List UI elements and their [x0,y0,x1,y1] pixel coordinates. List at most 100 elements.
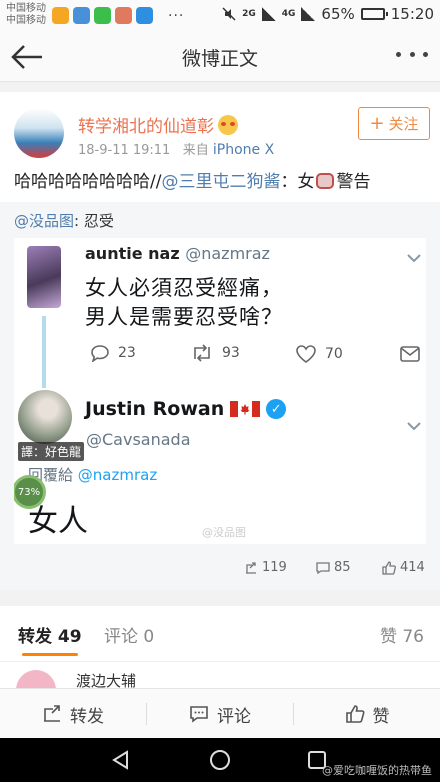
bottom-action-bar: 转发 评论 赞 [0,688,440,738]
retweet-text: @没品图: 忍受 [14,210,114,231]
post-text-start: 哈哈哈哈哈哈哈哈// [14,172,162,192]
comment-button[interactable]: 评论 [147,689,293,739]
tweet1-reply-count: 23 [118,345,136,361]
tweet1-handle: @nazmraz [185,244,270,263]
network-2g-label: 2G [242,9,256,19]
signal-icon-2 [301,7,316,21]
tweet1-replies: 23 [90,344,136,362]
signal-icon [261,7,276,21]
tab-comments[interactable]: 评论 0 [104,622,154,647]
follow-button[interactable]: + 关注 [358,107,430,140]
carrier-line-2: 中国移动 [6,15,46,26]
repost-label: 转发 [70,706,104,727]
tweet1-name: auntie naz [85,244,180,263]
tweet2-author: Justin Rowan ✓ [85,398,287,420]
carrier-line-1: 中国移动 [6,3,46,14]
comment-icon [316,561,330,574]
repost-list-item[interactable]: 渡边大辅 [0,662,440,688]
post-body: 哈哈哈哈哈哈哈哈//@三里屯二狗酱：女 警告 [14,171,434,193]
like-button[interactable]: 赞 [294,689,440,739]
app-root: 中国移动 中国移动 ··· 2G 4G 65% 15:20 微博正文 转学湘北的… [0,0,440,782]
footer-watermark: @爱吃咖喱饭的热带鱼 [322,764,432,777]
tweet1-author: auntie naz @nazmraz [85,244,270,263]
news-app-icon [136,7,153,24]
top-nav-bar: 微博正文 [0,32,440,82]
retweet-comment-stat[interactable]: 85 [316,560,351,575]
retweet-mention-link[interactable]: @没品图 [14,212,74,230]
carrier-info: 中国移动 中国移动 [6,3,46,27]
author-name-text[interactable]: 转学湘北的仙道彰 [78,117,214,137]
tweet1-text: 女人必須忍受經痛， 男人是需要忍受啥？ [85,274,283,332]
home-circle-icon[interactable] [209,749,231,771]
post-text-end: 警告 [336,172,371,192]
tweet2-name: Justin Rowan [85,398,225,420]
thumbs-up-icon [382,560,396,575]
repost-icon [44,705,60,722]
heart-icon [296,345,316,363]
tweet1-retweet-count: 93 [222,345,240,361]
retweet-icon [194,344,210,362]
reply-bubble-icon [91,345,109,362]
thread-line [42,316,46,388]
share-icon [246,561,256,574]
emoji-badge-icon [218,115,238,135]
retweeted-content[interactable]: @没品图: 忍受 auntie naz @nazmraz 女人必須忍受經痛， 男… [0,202,440,590]
battery-percent: 65% [321,5,355,23]
retweet-like-count: 414 [400,560,425,575]
network-4g-label: 4G [281,9,296,19]
post-meta: 18-9-11 19:11 来自 iPhone X [78,139,274,158]
mute-icon [222,7,236,21]
retweet-like-stat[interactable]: 414 [382,560,425,575]
chevron-down-icon [407,254,421,263]
tweet1-like-count: 70 [325,346,343,362]
tweet2-text: 女人 [28,504,88,539]
comment-icon [190,706,208,723]
status-indicators: 2G 4G 65% 15:20 [222,5,434,23]
post-mention-link[interactable]: @三里屯二狗酱 [161,172,280,192]
tab-likes[interactable]: 赞 76 [380,622,424,647]
tab-reposts[interactable]: 转发 49 [18,622,82,656]
thumbs-up-icon [345,705,365,723]
browser-app-icon [52,7,69,24]
post-source[interactable]: iPhone X [213,142,274,158]
tweet1-retweets: 93 [190,344,240,362]
retweet-repost-stat[interactable]: 119 [244,560,287,575]
repost-button[interactable]: 转发 [0,689,146,739]
avatar-app-icon [115,7,132,24]
clock: 15:20 [390,5,434,23]
retweet-repost-count: 119 [262,560,287,575]
tweet-screenshot-image[interactable]: auntie naz @nazmraz 女人必須忍受經痛， 男人是需要忍受啥？ … [14,238,426,544]
shield-app-icon [73,7,90,24]
canada-flag-icon [230,401,261,417]
comment-label: 评论 [217,706,251,727]
retweet-stats: 119 85 414 [0,552,440,582]
verified-badge-icon: ✓ [266,399,287,419]
author-name[interactable]: 转学湘北的仙道彰 [78,112,238,137]
tweet1-likes: 70 [295,344,343,364]
status-bar: 中国移动 中国移动 ··· 2G 4G 65% 15:20 [0,0,440,32]
retweet-body: : 忍受 [74,212,114,230]
tweet1-actions: 23 93 70 [90,344,420,368]
system-nav-bar: @爱吃咖喱饭的热带鱼 [0,738,440,782]
chevron-down-icon-2 [407,422,421,431]
notification-icons [52,7,153,24]
author-avatar[interactable] [14,108,64,158]
avatar[interactable] [16,670,56,688]
fist-emoji-icon [316,173,335,189]
like-label: 赞 [372,706,390,727]
wechat-app-icon [94,7,111,24]
post-source-prefix: 来自 [182,143,209,158]
post-card: 转学湘北的仙道彰 18-9-11 19:11 来自 iPhone X + 关注 … [0,92,440,590]
page-title: 微博正文 [181,48,258,70]
more-options-icon[interactable] [396,52,428,62]
back-triangle-icon[interactable] [110,749,132,771]
repost-user-name[interactable]: 渡边大辅 [76,670,136,688]
tweet2-reply-to: 回覆給 @nazmraz [28,464,157,485]
battery-icon [360,8,388,20]
dm-envelope-icon [400,346,420,362]
tweet2-reply-mention: @nazmraz [77,466,158,484]
image-watermark: @没品图 [202,526,246,539]
post-timestamp: 18-9-11 19:11 [78,143,171,158]
plus-icon: + [369,112,385,134]
post-text-middle: ：女 [280,172,315,192]
